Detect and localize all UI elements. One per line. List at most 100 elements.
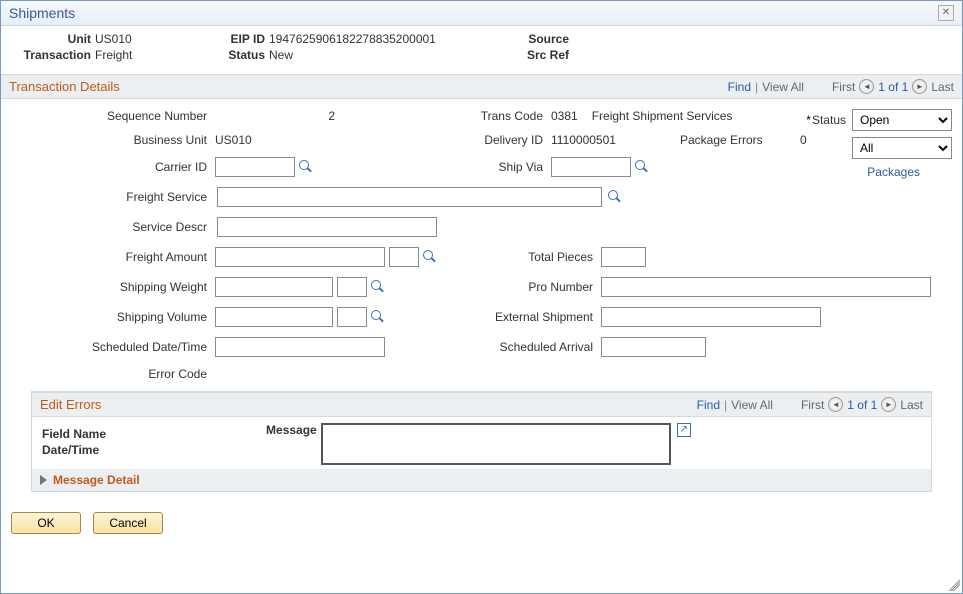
value-transcode: 0381 bbox=[551, 109, 578, 123]
label-transaction: Transaction bbox=[11, 48, 91, 62]
errors-find-link[interactable]: Find bbox=[697, 398, 720, 412]
scheduled-datetime-input[interactable] bbox=[215, 337, 385, 357]
label-tpieces: Total Pieces bbox=[467, 250, 597, 264]
next-icon[interactable]: ► bbox=[912, 79, 927, 94]
shipping-weight-uom-input[interactable] bbox=[337, 277, 367, 297]
button-row: OK Cancel bbox=[1, 502, 962, 544]
shipvia-lookup-icon[interactable] bbox=[635, 160, 649, 174]
edit-errors-box: Edit Errors Find | View All First ◄ 1 of… bbox=[31, 391, 932, 492]
shipments-window: Shipments ✕ Unit US010 EIP ID 194762590618… bbox=[0, 0, 963, 594]
prev-icon[interactable]: ◄ bbox=[859, 79, 874, 94]
form-area: Status Open All Packages Sequence Number… bbox=[1, 99, 962, 492]
errors-last-label: Last bbox=[900, 398, 923, 412]
label-status: Status bbox=[215, 48, 265, 62]
window-title: Shipments bbox=[9, 5, 75, 21]
edit-errors-bar: Edit Errors Find | View All First ◄ 1 of… bbox=[32, 392, 931, 417]
freight-amount-input[interactable] bbox=[215, 247, 385, 267]
label-schedarr: Scheduled Arrival bbox=[467, 340, 597, 354]
label-delivery: Delivery ID bbox=[467, 133, 547, 147]
freight-service-lookup-icon[interactable] bbox=[608, 190, 622, 204]
filter-select[interactable]: All bbox=[852, 137, 952, 159]
expand-icon[interactable] bbox=[40, 475, 47, 485]
label-datetime: Date/Time bbox=[42, 443, 106, 457]
external-shipment-input[interactable] bbox=[601, 307, 821, 327]
service-descr-input[interactable] bbox=[217, 217, 437, 237]
label-message: Message bbox=[266, 423, 317, 437]
edit-errors-title: Edit Errors bbox=[40, 397, 101, 412]
ok-button[interactable]: OK bbox=[11, 512, 81, 534]
header: Unit US010 EIP ID 19476259061822788352​000… bbox=[1, 26, 962, 74]
carrier-lookup-icon[interactable] bbox=[299, 160, 313, 174]
label-status-field: Status bbox=[806, 113, 846, 127]
total-pieces-input[interactable] bbox=[601, 247, 646, 267]
label-sweight: Shipping Weight bbox=[11, 280, 211, 294]
last-label: Last bbox=[931, 80, 954, 94]
transaction-details-title: Transaction Details bbox=[9, 79, 120, 94]
carrier-input[interactable] bbox=[215, 157, 295, 177]
value-delivery: 1110000501 bbox=[551, 133, 616, 147]
label-famount: Freight Amount bbox=[11, 250, 211, 264]
transaction-details-bar: Transaction Details Find | View All Firs… bbox=[1, 74, 962, 99]
shipping-weight-input[interactable] bbox=[215, 277, 333, 297]
label-seq: Sequence Number bbox=[11, 109, 211, 123]
pro-number-input[interactable] bbox=[601, 277, 931, 297]
shipping-volume-lookup-icon[interactable] bbox=[371, 310, 385, 324]
shipping-volume-uom-input[interactable] bbox=[337, 307, 367, 327]
label-carrier: Carrier ID bbox=[11, 160, 211, 174]
label-source: Source bbox=[519, 32, 569, 46]
label-svolume: Shipping Volume bbox=[11, 310, 211, 324]
value-transaction: Freight bbox=[95, 48, 132, 62]
message-detail-label[interactable]: Message Detail bbox=[53, 473, 140, 487]
label-sdescr: Service Descr bbox=[11, 220, 211, 234]
errors-nav: Find | View All First ◄ 1 of 1 ► Last bbox=[697, 397, 923, 412]
value-unit: US010 bbox=[95, 32, 132, 46]
freight-amount-lookup-icon[interactable] bbox=[423, 250, 437, 264]
packages-link[interactable]: Packages bbox=[867, 165, 920, 179]
errors-prev-icon[interactable]: ◄ bbox=[828, 397, 843, 412]
freight-service-input[interactable] bbox=[217, 187, 602, 207]
cancel-button[interactable]: Cancel bbox=[93, 512, 163, 534]
errors-viewall-link[interactable]: View All bbox=[731, 398, 773, 412]
freight-amount-currency-input[interactable] bbox=[389, 247, 419, 267]
shipping-volume-input[interactable] bbox=[215, 307, 333, 327]
label-shipvia: Ship Via bbox=[467, 160, 547, 174]
shipping-weight-lookup-icon[interactable] bbox=[371, 280, 385, 294]
label-srcref: Src Ref bbox=[519, 48, 569, 62]
position-label: 1 of 1 bbox=[878, 80, 908, 94]
status-select[interactable]: Open bbox=[852, 109, 952, 131]
top-right-panel: Status Open All Packages bbox=[806, 109, 952, 179]
label-pkgerr: Package Errors bbox=[680, 133, 763, 147]
resize-grip-icon[interactable] bbox=[948, 579, 960, 591]
find-link[interactable]: Find bbox=[728, 80, 751, 94]
label-fieldname: Field Name bbox=[42, 427, 106, 441]
label-fservice: Freight Service bbox=[11, 190, 211, 204]
label-transcode: Trans Code bbox=[467, 109, 547, 123]
edit-errors-body: Field Name Date/Time Message ↗ bbox=[32, 417, 931, 469]
label-scheddt: Scheduled Date/Time bbox=[11, 340, 211, 354]
section-nav: Find | View All First ◄ 1 of 1 ► Last bbox=[728, 79, 954, 94]
close-icon[interactable]: ✕ bbox=[938, 5, 954, 21]
scheduled-arrival-input[interactable] bbox=[601, 337, 706, 357]
label-errcode: Error Code bbox=[11, 367, 211, 381]
errors-position-label: 1 of 1 bbox=[847, 398, 877, 412]
message-textarea[interactable] bbox=[321, 423, 671, 465]
shipvia-input[interactable] bbox=[551, 157, 631, 177]
message-detail-bar: Message Detail bbox=[32, 469, 931, 491]
label-eip: EIP ID bbox=[215, 32, 265, 46]
value-seq: 2 bbox=[215, 109, 335, 123]
popout-icon[interactable]: ↗ bbox=[677, 423, 691, 437]
viewall-link[interactable]: View All bbox=[762, 80, 804, 94]
first-label: First bbox=[832, 80, 855, 94]
titlebar: Shipments ✕ bbox=[1, 1, 962, 26]
value-pkgerr: 0 bbox=[777, 133, 807, 147]
value-transcode-descr: Freight Shipment Services bbox=[592, 109, 733, 123]
label-extship: External Shipment bbox=[467, 310, 597, 324]
label-bu: Business Unit bbox=[11, 133, 211, 147]
label-pronum: Pro Number bbox=[467, 280, 597, 294]
value-status: New bbox=[269, 48, 293, 62]
value-bu: US010 bbox=[215, 133, 252, 147]
errors-first-label: First bbox=[801, 398, 824, 412]
label-unit: Unit bbox=[11, 32, 91, 46]
errors-next-icon[interactable]: ► bbox=[881, 397, 896, 412]
value-eip: 19476259061822788352​00001 bbox=[269, 32, 436, 46]
